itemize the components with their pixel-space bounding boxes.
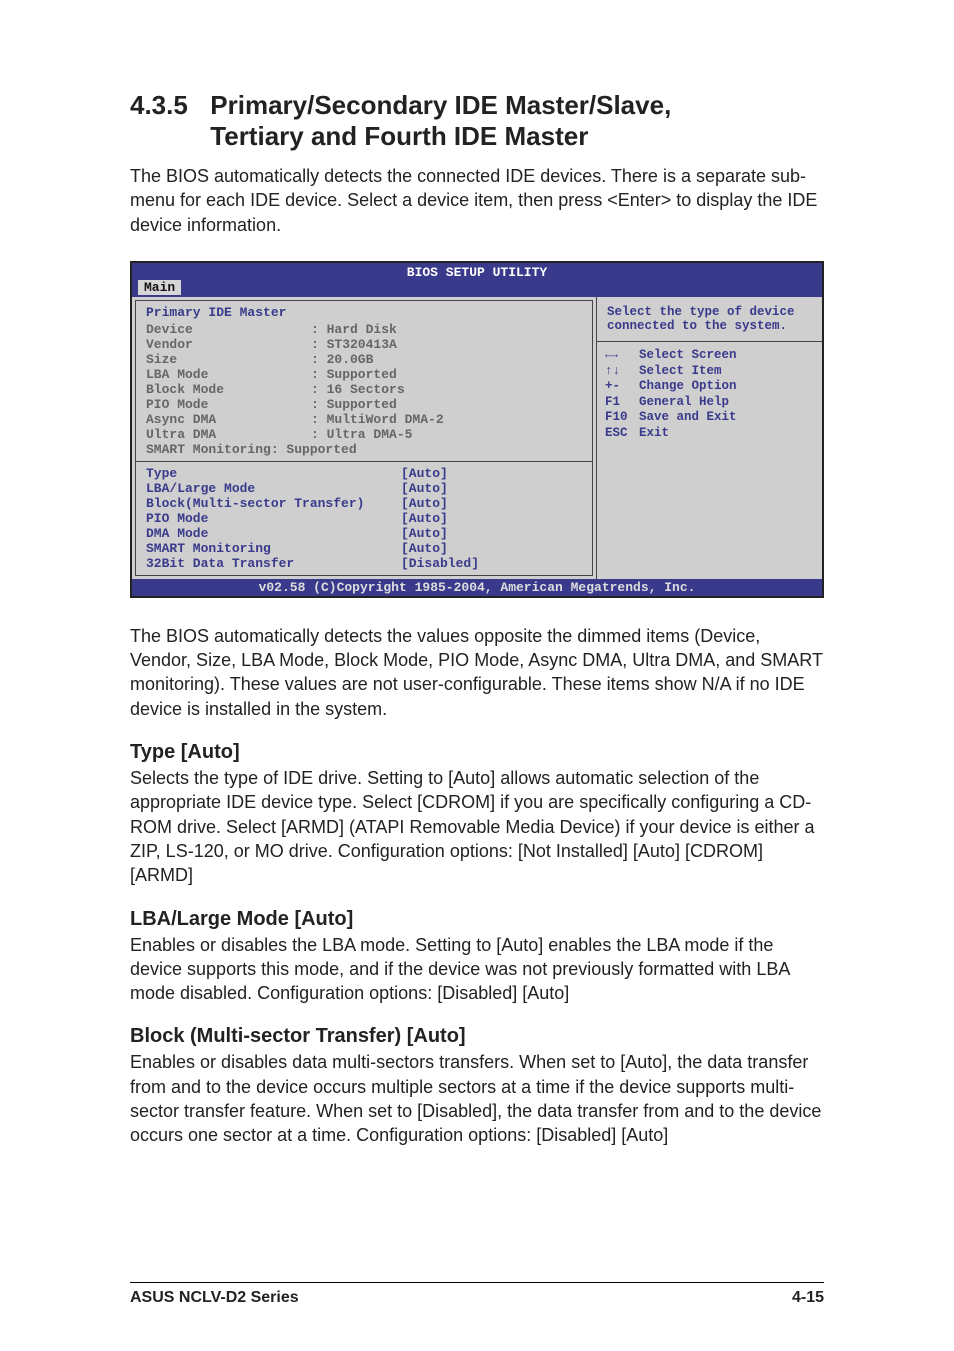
bios-dimmed-row: Size: 20.0GB [146, 352, 582, 367]
section-title: Primary/Secondary IDE Master/Slave, Tert… [210, 90, 671, 152]
bios-dimmed-row: Vendor: ST320413A [146, 337, 582, 352]
bios-setting-value: [Auto] [401, 541, 448, 556]
bios-window: BIOS SETUP UTILITY Main Primary IDE Mast… [130, 261, 824, 598]
section-header: 4.3.5 Primary/Secondary IDE Master/Slave… [130, 90, 824, 152]
plus-minus-icon: +- [605, 379, 639, 395]
bios-dimmed-label: Size [146, 352, 311, 367]
bios-setting-label: Type [146, 466, 401, 481]
bios-dimmed-value: : 20.0GB [311, 352, 373, 367]
bios-dimmed-row: Device: Hard Disk [146, 322, 582, 337]
bios-right-panel: Select the type of device connected to t… [597, 297, 822, 579]
bios-left-panel: Primary IDE Master Device: Hard Disk Ven… [132, 297, 597, 579]
bios-nav-label: Change Option [639, 379, 737, 395]
bios-nav-row: ↑↓Select Item [605, 364, 814, 380]
after-bios-paragraph: The BIOS automatically detects the value… [130, 624, 824, 721]
bios-dimmed-value: : Supported [311, 397, 397, 412]
bios-dimmed-row: SMART Monitoring: Supported [146, 442, 582, 457]
bios-setting-label: Block(Multi-sector Transfer) [146, 496, 401, 511]
footer-page-number: 4-15 [792, 1289, 824, 1307]
bios-nav-legend: ←→Select Screen ↑↓Select Item +-Change O… [597, 341, 822, 448]
bios-dimmed-label: Ultra DMA [146, 427, 311, 442]
bios-nav-row: ←→Select Screen [605, 348, 814, 364]
bios-settings: Type[Auto] LBA/Large Mode[Auto] Block(Mu… [136, 461, 592, 575]
block-body: Enables or disables data multi-sectors t… [130, 1050, 824, 1147]
bios-dimmed-label: Device [146, 322, 311, 337]
bios-nav-label: Exit [639, 426, 669, 442]
bios-setting-value: [Auto] [401, 496, 448, 511]
bios-setting-label: PIO Mode [146, 511, 401, 526]
section-title-line2: Tertiary and Fourth IDE Master [210, 121, 588, 151]
bios-nav-label: Save and Exit [639, 410, 737, 426]
bios-dimmed-label: Async DMA [146, 412, 311, 427]
section-number: 4.3.5 [130, 90, 188, 121]
bios-dimmed-row: PIO Mode: Supported [146, 397, 582, 412]
bios-dimmed-label: LBA Mode [146, 367, 311, 382]
bios-setting-label: LBA/Large Mode [146, 481, 401, 496]
bios-setting-row[interactable]: 32Bit Data Transfer[Disabled] [146, 556, 582, 571]
intro-paragraph: The BIOS automatically detects the conne… [130, 164, 824, 237]
bios-dimmed-row: Block Mode: 16 Sectors [146, 382, 582, 397]
bios-dimmed-value: : ST320413A [311, 337, 397, 352]
bios-dimmed-value: : Hard Disk [311, 322, 397, 337]
bios-setting-value: [Auto] [401, 481, 448, 496]
bios-dimmed-value: : 16 Sectors [311, 382, 405, 397]
bios-setting-row[interactable]: DMA Mode[Auto] [146, 526, 582, 541]
bios-nav-label: Select Screen [639, 348, 737, 364]
bios-dimmed-row: Ultra DMA: Ultra DMA-5 [146, 427, 582, 442]
bios-dimmed-info: Device: Hard Disk Vendor: ST320413A Size… [136, 322, 592, 461]
block-heading: Block (Multi-sector Transfer) [Auto] [130, 1025, 824, 1048]
type-body: Selects the type of IDE drive. Setting t… [130, 766, 824, 887]
bios-nav-row: +-Change Option [605, 379, 814, 395]
bios-dimmed-row: LBA Mode: Supported [146, 367, 582, 382]
f10-key-label: F10 [605, 410, 639, 426]
bios-inner-panel: Primary IDE Master Device: Hard Disk Ven… [135, 300, 593, 576]
bios-dimmed-value: : Ultra DMA-5 [311, 427, 412, 442]
bios-setting-value: [Auto] [401, 466, 448, 481]
bios-body: Primary IDE Master Device: Hard Disk Ven… [132, 297, 822, 579]
bios-panel-header: Primary IDE Master [136, 301, 592, 322]
f1-key-label: F1 [605, 395, 639, 411]
bios-dimmed-label: SMART Monitoring: Supported [146, 442, 311, 457]
bios-setting-label: DMA Mode [146, 526, 401, 541]
type-heading: Type [Auto] [130, 741, 824, 764]
bios-tab-bar: Main [132, 280, 822, 297]
footer-left: ASUS NCLV-D2 Series [130, 1289, 299, 1307]
bios-setting-row[interactable]: SMART Monitoring[Auto] [146, 541, 582, 556]
bios-dimmed-label: Vendor [146, 337, 311, 352]
bios-nav-label: Select Item [639, 364, 722, 380]
bios-setting-label: SMART Monitoring [146, 541, 401, 556]
arrow-left-right-icon: ←→ [605, 348, 639, 364]
bios-setting-row[interactable]: PIO Mode[Auto] [146, 511, 582, 526]
lba-body: Enables or disables the LBA mode. Settin… [130, 933, 824, 1006]
bios-setting-row[interactable]: Block(Multi-sector Transfer)[Auto] [146, 496, 582, 511]
bios-setting-row[interactable]: LBA/Large Mode[Auto] [146, 481, 582, 496]
bios-setting-row[interactable]: Type[Auto] [146, 466, 582, 481]
page-footer: ASUS NCLV-D2 Series 4-15 [130, 1282, 824, 1307]
lba-heading: LBA/Large Mode [Auto] [130, 908, 824, 931]
bios-dimmed-row: Async DMA: MultiWord DMA-2 [146, 412, 582, 427]
bios-tab-main[interactable]: Main [138, 280, 181, 295]
bios-nav-label: General Help [639, 395, 729, 411]
bios-dimmed-value: : MultiWord DMA-2 [311, 412, 444, 427]
bios-nav-row: F10Save and Exit [605, 410, 814, 426]
arrow-up-down-icon: ↑↓ [605, 364, 639, 380]
section-title-line1: Primary/Secondary IDE Master/Slave, [210, 90, 671, 120]
bios-title-bar: BIOS SETUP UTILITY [132, 263, 822, 280]
bios-setting-value: [Auto] [401, 511, 448, 526]
bios-setting-value: [Auto] [401, 526, 448, 541]
bios-dimmed-label: Block Mode [146, 382, 311, 397]
bios-setting-label: 32Bit Data Transfer [146, 556, 401, 571]
bios-setting-value: [Disabled] [401, 556, 479, 571]
bios-dimmed-label: PIO Mode [146, 397, 311, 412]
bios-footer-copyright: v02.58 (C)Copyright 1985-2004, American … [132, 579, 822, 596]
bios-nav-row: ESCExit [605, 426, 814, 442]
bios-nav-row: F1General Help [605, 395, 814, 411]
bios-dimmed-value: : Supported [311, 367, 397, 382]
bios-help-text: Select the type of device connected to t… [597, 297, 822, 341]
esc-key-label: ESC [605, 426, 639, 442]
